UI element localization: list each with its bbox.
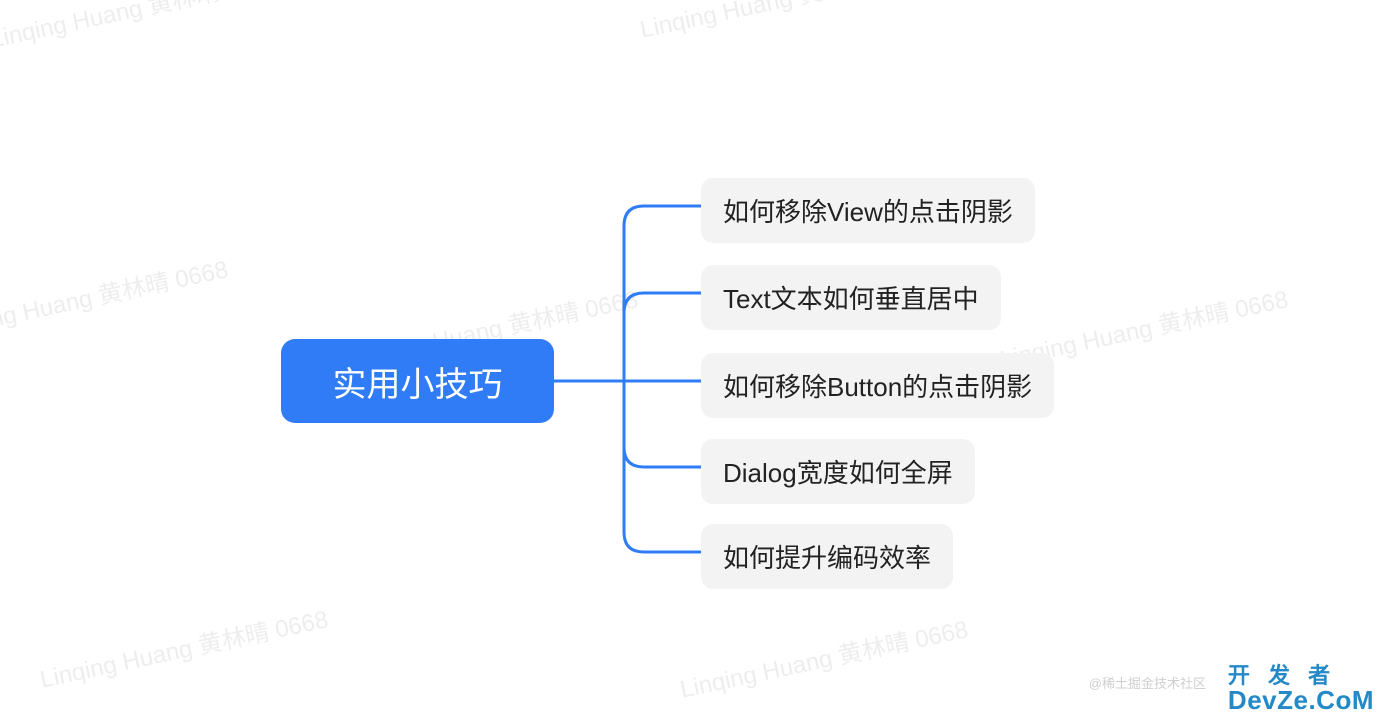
mindmap-child-node[interactable]: 如何移除Button的点击阴影	[701, 353, 1054, 418]
mindmap-child-label: 如何移除View的点击阴影	[723, 197, 1013, 227]
logo-line1: 开 发 者	[1228, 664, 1374, 687]
mindmap-connectors	[554, 170, 714, 590]
mindmap-child-node[interactable]: 如何提升编码效率	[701, 524, 953, 589]
watermark-text: Linqing Huang 黄林晴 0668	[0, 249, 231, 344]
site-logo: 开 发 者 DevZe.CoM	[1228, 664, 1374, 714]
mindmap-child-label: Dialog宽度如何全屏	[723, 458, 953, 488]
mindmap-child-node[interactable]: 如何移除View的点击阴影	[701, 178, 1035, 243]
mindmap-root-label: 实用小技巧	[333, 357, 503, 406]
mindmap-root-node[interactable]: 实用小技巧	[281, 339, 554, 423]
footer-credit: @稀土掘金技术社区	[1089, 673, 1206, 692]
mindmap-child-label: 如何提升编码效率	[723, 543, 931, 573]
mindmap-child-label: Text文本如何垂直居中	[723, 284, 979, 314]
watermark-text: Linqing Huang 黄林晴 0668	[636, 0, 930, 45]
watermark-text: Linqing Huang 黄林晴 0668	[0, 0, 281, 55]
watermark-text: Linqing Huang 黄林晴 0668	[36, 599, 330, 694]
mindmap-child-node[interactable]: Text文本如何垂直居中	[701, 265, 1001, 330]
mindmap-child-node[interactable]: Dialog宽度如何全屏	[701, 439, 975, 504]
mindmap-child-label: 如何移除Button的点击阴影	[723, 372, 1032, 402]
logo-line2: DevZe.CoM	[1228, 687, 1374, 714]
watermark-text: Linqing Huang 黄林晴 0668	[676, 609, 970, 704]
